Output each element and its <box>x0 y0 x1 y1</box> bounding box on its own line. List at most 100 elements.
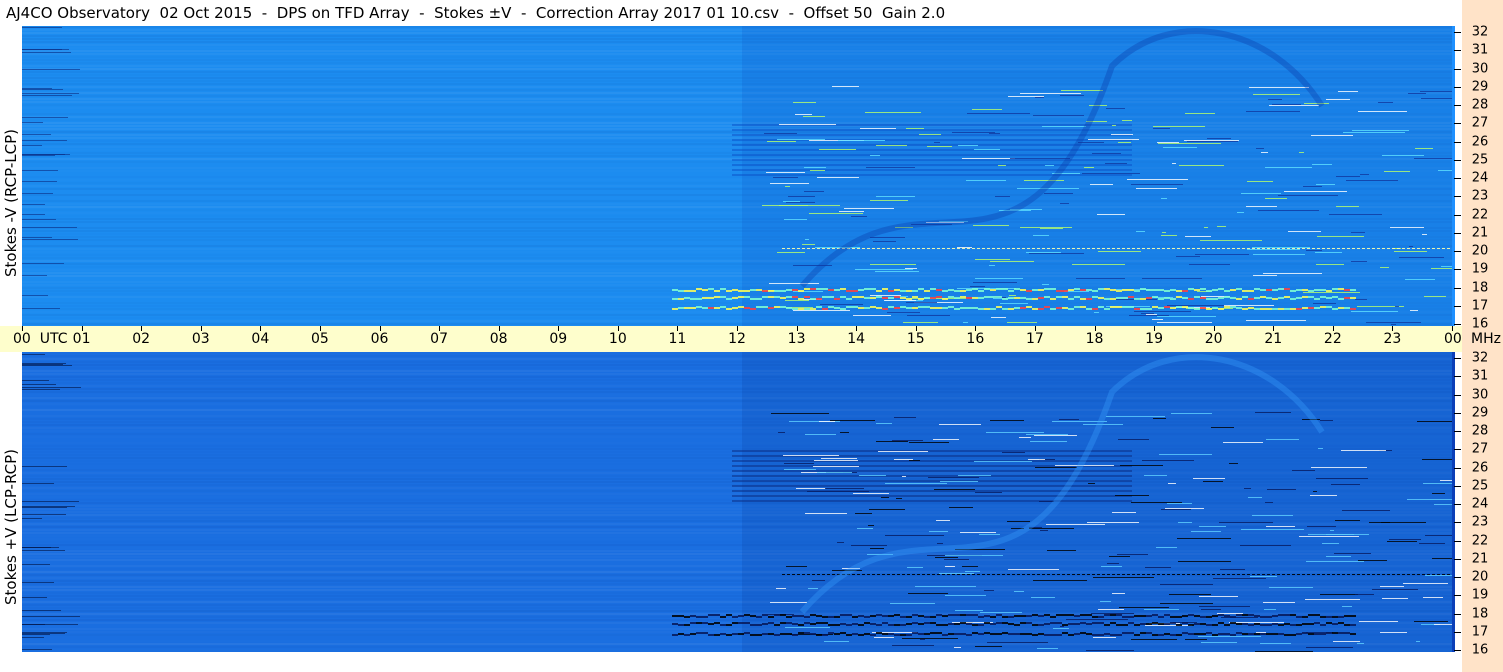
signal-speckle <box>945 566 955 567</box>
signal-speckle <box>1039 501 1054 502</box>
reference-line <box>912 248 915 249</box>
signal-speckle <box>1299 536 1359 537</box>
strong-emission <box>774 634 780 636</box>
strong-emission <box>798 308 804 310</box>
strong-emission <box>822 622 828 624</box>
signal-speckle <box>1264 609 1276 610</box>
reference-line <box>947 248 950 249</box>
strong-emission <box>1320 624 1326 626</box>
signal-speckle <box>970 286 985 287</box>
reference-line <box>1267 248 1270 249</box>
reference-line <box>882 574 885 575</box>
reference-line <box>1287 574 1290 575</box>
reference-line <box>1132 248 1135 249</box>
strong-emission <box>678 290 684 292</box>
signal-speckle <box>810 170 825 171</box>
strong-emission <box>1290 614 1296 616</box>
signal-speckle <box>786 566 807 567</box>
signal-speckle <box>793 102 816 103</box>
strong-emission <box>1320 296 1326 298</box>
strong-emission <box>714 634 720 636</box>
strong-emission <box>1086 633 1092 635</box>
strong-emission <box>810 633 816 635</box>
strong-emission <box>1320 633 1326 635</box>
strong-emission <box>1074 615 1080 617</box>
strong-emission <box>1224 306 1230 308</box>
strong-emission <box>1176 616 1182 618</box>
title-bar: AJ4CO Observatory 02 Oct 2015 - DPS on T… <box>0 0 1462 26</box>
interference-stripe <box>732 495 1132 497</box>
reference-line <box>1367 574 1370 575</box>
signal-speckle <box>928 477 979 478</box>
reference-line <box>1237 574 1240 575</box>
frequency-tick-label: 23 <box>1471 188 1489 204</box>
strong-emission <box>1014 307 1020 309</box>
strong-emission <box>738 306 744 308</box>
signal-speckle <box>1035 467 1077 468</box>
reference-line <box>1347 248 1350 249</box>
signal-speckle <box>1158 143 1221 144</box>
signal-speckle <box>1229 463 1238 464</box>
strong-emission <box>792 289 798 291</box>
strong-emission <box>804 616 810 618</box>
strong-emission <box>1236 298 1242 300</box>
frequency-tick <box>1454 431 1461 432</box>
strong-emission <box>1014 615 1020 617</box>
signal-speckle <box>934 142 940 143</box>
strong-emission <box>948 296 954 298</box>
signal-speckle <box>1169 594 1211 595</box>
edge-streak <box>22 145 42 146</box>
signal-speckle <box>1100 601 1111 602</box>
reference-line <box>1177 574 1180 575</box>
reference-line <box>1042 574 1045 575</box>
reference-line <box>1027 248 1030 249</box>
signal-speckle <box>1165 508 1204 509</box>
signal-speckle <box>1040 530 1048 531</box>
signal-speckle <box>1179 165 1224 166</box>
signal-speckle <box>1326 556 1351 557</box>
strong-emission <box>960 296 966 298</box>
edge-streak <box>22 389 60 390</box>
signal-speckle <box>1246 111 1300 112</box>
signal-speckle <box>1033 580 1087 581</box>
signal-speckle <box>937 543 943 544</box>
strong-emission <box>912 632 918 634</box>
time-tick-label: 16 <box>966 331 985 347</box>
frequency-tick <box>1454 540 1461 542</box>
interference-stripe <box>732 144 1132 146</box>
strong-emission <box>960 290 966 292</box>
strong-emission <box>690 622 696 624</box>
strong-emission <box>840 288 846 290</box>
strong-emission <box>822 296 828 298</box>
signal-speckle <box>1111 134 1133 135</box>
signal-speckle <box>1131 502 1182 503</box>
strong-emission <box>1296 297 1302 299</box>
strong-emission <box>1308 290 1314 292</box>
frequency-tick-label: 16 <box>1471 316 1489 332</box>
reference-line <box>942 574 945 575</box>
signal-speckle <box>1269 105 1319 106</box>
strong-emission <box>840 632 846 634</box>
strong-emission <box>1278 614 1284 616</box>
reference-line <box>987 574 990 575</box>
strong-emission <box>1206 298 1212 300</box>
signal-speckle <box>1122 120 1132 121</box>
strong-emission <box>942 624 948 626</box>
edge-streak <box>22 122 43 123</box>
strong-emission <box>1026 622 1032 624</box>
strong-emission <box>1050 308 1056 310</box>
strong-emission <box>780 306 786 308</box>
strong-emission <box>972 624 978 626</box>
strong-emission <box>1272 289 1278 291</box>
strong-emission <box>936 296 942 298</box>
reference-line <box>1427 574 1430 575</box>
reference-line <box>977 574 980 575</box>
frequency-tick <box>1454 50 1461 52</box>
reference-line <box>1082 248 1085 249</box>
strong-emission <box>930 632 936 634</box>
strong-emission <box>792 623 798 625</box>
strong-emission <box>1278 308 1284 310</box>
strong-emission <box>1014 297 1020 299</box>
strong-emission <box>1314 307 1320 309</box>
signal-speckle <box>990 261 1034 262</box>
